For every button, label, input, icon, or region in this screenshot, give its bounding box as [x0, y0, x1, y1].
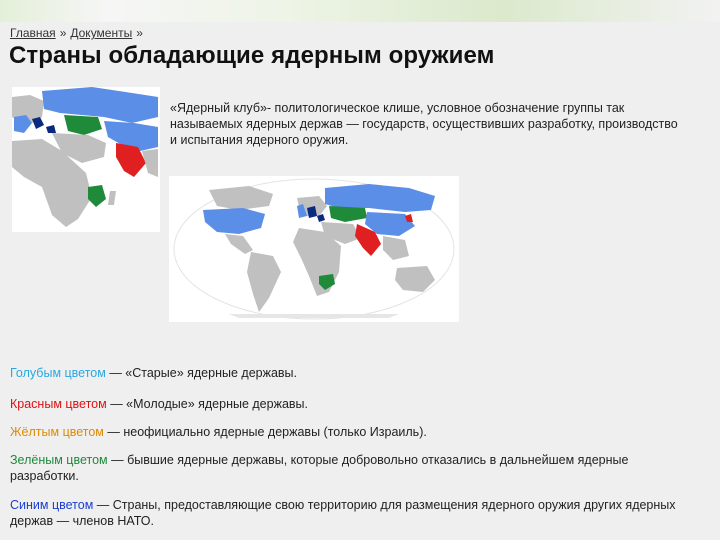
map-land-madagascar	[108, 191, 116, 205]
breadcrumb-home-link[interactable]: Главная	[10, 26, 56, 40]
world-map-small	[12, 87, 160, 232]
world-map-small-svg	[12, 87, 158, 227]
legend-nato-hosts: Синим цветом — Страны, предоставляющие с…	[10, 497, 700, 529]
breadcrumb-separator: »	[59, 26, 67, 40]
top-banner	[0, 0, 720, 22]
breadcrumb-trailing-separator: »	[136, 26, 143, 40]
breadcrumb: Главная» Документы»	[10, 26, 147, 40]
world-map-large-svg	[173, 178, 455, 320]
page-title: Страны обладающие ядерным оружием	[9, 42, 495, 69]
world-map-large	[169, 176, 459, 322]
map-nato-host-1	[32, 117, 44, 129]
legend-unofficial-powers-text: — неофициально ядерные державы (только И…	[103, 425, 427, 439]
legend-nato-hosts-color: Синим цветом	[10, 498, 94, 512]
map-kazakhstan	[64, 115, 102, 135]
legend-former-powers: Зелёным цветом — бывшие ядерные державы,…	[10, 452, 700, 484]
legend-old-powers-color: Голубым цветом	[10, 366, 106, 380]
map-south-africa	[88, 185, 106, 207]
legend-young-powers: Красным цветом — «Молодые» ядерные держа…	[10, 396, 700, 412]
legend-young-powers-color: Красным цветом	[10, 397, 107, 411]
map-land-antarctica	[229, 314, 399, 318]
intro-text: «Ядерный клуб»- политологическое клише, …	[170, 100, 678, 147]
legend-unofficial-powers-color: Жёлтым цветом	[10, 425, 104, 439]
legend-former-powers-color: Зелёным цветом	[10, 453, 108, 467]
breadcrumb-docs-link[interactable]: Документы	[70, 26, 132, 40]
legend-unofficial-powers: Жёлтым цветом — неофициально ядерные дер…	[10, 424, 700, 440]
legend-nato-hosts-text: — Страны, предоставляющие свою территори…	[10, 498, 676, 528]
legend-young-powers-text: — «Молодые» ядерные державы.	[106, 397, 309, 411]
legend-old-powers-text: — «Старые» ядерные державы.	[105, 366, 298, 380]
map-russia	[42, 87, 158, 123]
map-nato-host-2	[46, 125, 56, 133]
legend-old-powers: Голубым цветом — «Старые» ядерные держав…	[10, 365, 700, 381]
